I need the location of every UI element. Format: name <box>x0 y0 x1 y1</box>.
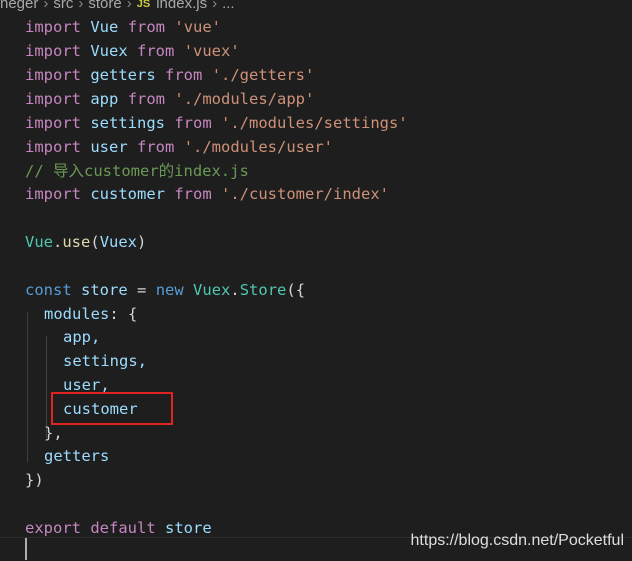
identifier: store <box>165 519 212 537</box>
chevron-right-icon: › <box>43 0 49 12</box>
identifier: Vue <box>90 18 119 36</box>
punctuation: }, <box>44 424 63 442</box>
breadcrumb: neger › src › store › JS index.js ›... <box>0 0 235 12</box>
highlight-annotation-box <box>51 392 173 425</box>
code-line[interactable]: import settings from './modules/settings… <box>25 111 408 135</box>
code-line[interactable]: import getters from './getters' <box>25 63 314 87</box>
module-entry: settings, <box>63 352 147 370</box>
chevron-right-icon: › <box>212 0 218 12</box>
keyword: from <box>174 114 212 132</box>
keyword: import <box>25 185 81 203</box>
string-literal: './modules/app' <box>174 90 315 108</box>
identifier: Vuex <box>99 233 138 251</box>
identifier: store <box>81 281 128 299</box>
keyword: import <box>25 18 81 36</box>
identifier: customer <box>90 185 165 203</box>
module-entry: app, <box>63 328 101 346</box>
code-line[interactable]: }) <box>25 468 44 492</box>
string-literal: './modules/settings' <box>221 114 408 132</box>
code-editor[interactable]: import Vue from 'vue' import Vuex from '… <box>0 14 632 560</box>
keyword: from <box>137 42 175 60</box>
code-line[interactable]: import customer from './customer/index' <box>25 182 389 206</box>
keyword: new <box>155 281 184 299</box>
punctuation: ({ <box>286 281 306 299</box>
punctuation: . <box>53 233 63 251</box>
keyword: from <box>127 90 166 108</box>
keyword: export <box>25 519 81 537</box>
keyword: import <box>25 66 81 84</box>
identifier: app <box>90 90 119 108</box>
function-name: use <box>62 233 91 251</box>
code-line[interactable]: import Vue from 'vue' <box>25 15 221 39</box>
keyword: from <box>174 185 212 203</box>
code-line[interactable]: modules: { <box>44 302 137 326</box>
string-literal: './customer/index' <box>221 185 389 203</box>
code-line[interactable]: settings, <box>63 349 147 373</box>
keyword: import <box>25 42 81 60</box>
object-key: modules <box>44 305 110 323</box>
code-line[interactable]: Vue.use(Vuex) <box>25 230 146 254</box>
punctuation: }) <box>25 471 44 489</box>
keyword: const <box>25 281 72 299</box>
identifier: getters <box>90 66 156 84</box>
breadcrumb-item-project[interactable]: neger <box>0 0 38 12</box>
operator: = <box>127 281 156 299</box>
keyword: from <box>127 18 166 36</box>
punctuation: : { <box>109 305 138 323</box>
code-line[interactable]: getters <box>44 444 109 468</box>
chevron-right-icon: › <box>78 0 84 12</box>
code-line[interactable]: import Vuex from 'vuex' <box>25 39 240 63</box>
keyword: default <box>90 519 156 537</box>
class-name: Vuex <box>193 281 231 299</box>
string-literal: 'vue' <box>174 18 222 36</box>
breadcrumb-item-store[interactable]: store <box>88 0 121 12</box>
code-line[interactable]: const store = new Vuex.Store({ <box>25 278 305 302</box>
keyword: import <box>25 114 81 132</box>
code-line[interactable]: import user from './modules/user' <box>25 135 333 159</box>
keyword: import <box>25 138 81 156</box>
code-line[interactable]: import app from './modules/app' <box>25 87 314 111</box>
punctuation: ) <box>137 233 147 251</box>
text-cursor <box>25 538 27 560</box>
string-literal: './getters' <box>211 66 315 84</box>
js-file-icon: JS <box>136 0 151 10</box>
keyword: from <box>165 66 203 84</box>
string-literal: './modules/user' <box>183 138 333 156</box>
punctuation: . <box>230 281 240 299</box>
watermark: https://blog.csdn.net/Pocketful <box>410 532 624 549</box>
identifier: getters <box>44 447 110 465</box>
identifier: Vuex <box>90 42 128 60</box>
code-line[interactable]: // 导入customer的index.js <box>25 159 249 183</box>
class-name: Store <box>239 281 287 299</box>
punctuation: ( <box>90 233 100 251</box>
string-literal: 'vuex' <box>183 42 240 60</box>
keyword: from <box>137 138 175 156</box>
indent-guide <box>27 312 28 462</box>
code-comment: // 导入customer的index.js <box>25 162 249 180</box>
breadcrumb-ellipsis[interactable]: ... <box>222 0 235 12</box>
code-line[interactable]: app, <box>63 325 100 349</box>
breadcrumb-item-src[interactable]: src <box>53 0 73 12</box>
identifier: settings <box>90 114 165 132</box>
identifier: user <box>90 138 128 156</box>
keyword: import <box>25 90 81 108</box>
breadcrumb-item-file[interactable]: index.js <box>156 0 207 12</box>
chevron-right-icon: › <box>126 0 132 12</box>
identifier: Vue <box>25 233 53 251</box>
